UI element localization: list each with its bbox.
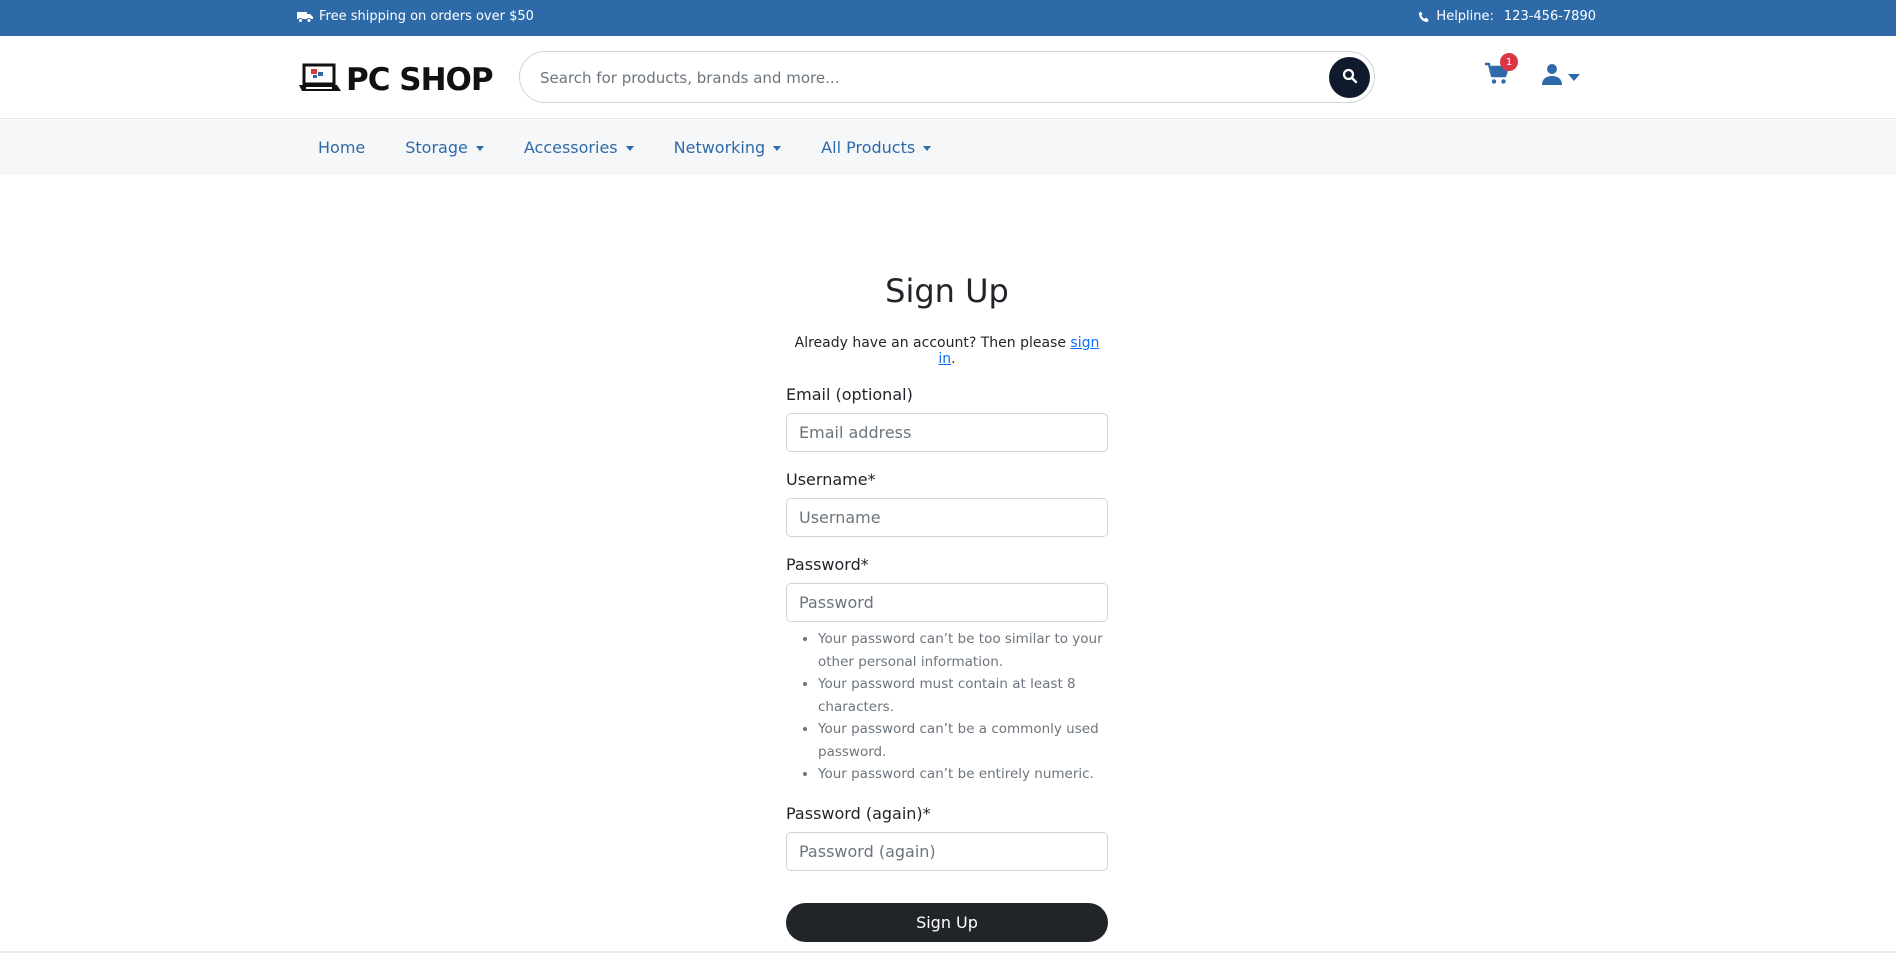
search-button[interactable]: [1329, 57, 1370, 98]
nav-item-label: All Products: [821, 138, 916, 157]
nav-item-networking[interactable]: Networking: [674, 138, 782, 157]
nav-item-storage[interactable]: Storage: [405, 138, 484, 157]
password-help-item: Your password can’t be entirely numeric.: [818, 763, 1108, 786]
caret-down-icon: [625, 146, 634, 151]
truck-icon: [297, 11, 313, 23]
password-help-item: Your password can’t be a commonly used p…: [818, 718, 1108, 763]
search-icon: [1342, 68, 1358, 88]
password-field[interactable]: [786, 583, 1108, 622]
nav-item-all-products[interactable]: All Products: [821, 138, 932, 157]
signin-suffix: .: [951, 351, 956, 367]
user-menu-toggle[interactable]: [1542, 63, 1580, 89]
search-input[interactable]: [540, 64, 1300, 92]
shipping-notice: Free shipping on orders over $50: [297, 9, 534, 24]
chevron-down-icon: [1568, 67, 1580, 86]
page-title: Sign Up: [885, 272, 1009, 310]
search-bar: [519, 51, 1375, 103]
nav-list: Home Storage Accessories Networking All …: [318, 120, 971, 175]
logo-text: PC SHOP: [346, 62, 494, 98]
site-header: PC SHOP 1: [0, 36, 1896, 119]
top-announcement-bar: Free shipping on orders over $50 Helplin…: [0, 0, 1896, 36]
user-icon: [1542, 63, 1562, 89]
email-field[interactable]: [786, 413, 1108, 452]
nav-item-accessories[interactable]: Accessories: [524, 138, 634, 157]
helpline: Helpline: 123-456-7890: [1418, 9, 1596, 24]
username-field[interactable]: [786, 498, 1108, 537]
username-label: Username*: [786, 470, 876, 489]
nav-item-label: Accessories: [523, 138, 618, 157]
main-navigation: Home Storage Accessories Networking All …: [0, 120, 1896, 175]
cart-button[interactable]: 1: [1484, 53, 1518, 92]
signin-prompt: Already have an account? Then please sig…: [786, 335, 1108, 367]
nav-item-home[interactable]: Home: [318, 138, 365, 157]
password-again-field[interactable]: [786, 831, 1108, 871]
signup-form: Sign Up Already have an account? Then pl…: [786, 250, 1108, 942]
nav-item-label: Networking: [673, 138, 766, 157]
helpline-label: Helpline:: [1436, 9, 1494, 24]
helpline-number[interactable]: 123-456-7890: [1504, 9, 1596, 24]
caret-down-icon: [923, 146, 932, 151]
nav-item-label: Home: [318, 138, 366, 157]
shipping-text: Free shipping on orders over $50: [319, 9, 534, 24]
caret-down-icon: [773, 146, 782, 151]
cart-count-badge: 1: [1500, 53, 1518, 71]
password-label: Password*: [786, 555, 869, 574]
caret-down-icon: [475, 146, 484, 151]
password-help-item: Your password must contain at least 8 ch…: [818, 673, 1108, 718]
signup-button[interactable]: Sign Up: [786, 902, 1108, 942]
signin-prefix: Already have an account? Then please: [794, 335, 1071, 351]
nav-item-label: Storage: [405, 138, 468, 157]
password-help-item: Your password can’t be too similar to yo…: [818, 628, 1108, 673]
phone-icon: [1418, 11, 1430, 23]
shopping-cart-icon: [1484, 62, 1510, 90]
email-label: Email (optional): [786, 385, 913, 404]
password-help-list: Your password can’t be too similar to yo…: [786, 628, 1108, 786]
laptop-logo-icon: [298, 62, 342, 98]
password-again-label: Password (again)*: [786, 803, 931, 823]
site-logo[interactable]: PC SHOP: [298, 62, 494, 98]
